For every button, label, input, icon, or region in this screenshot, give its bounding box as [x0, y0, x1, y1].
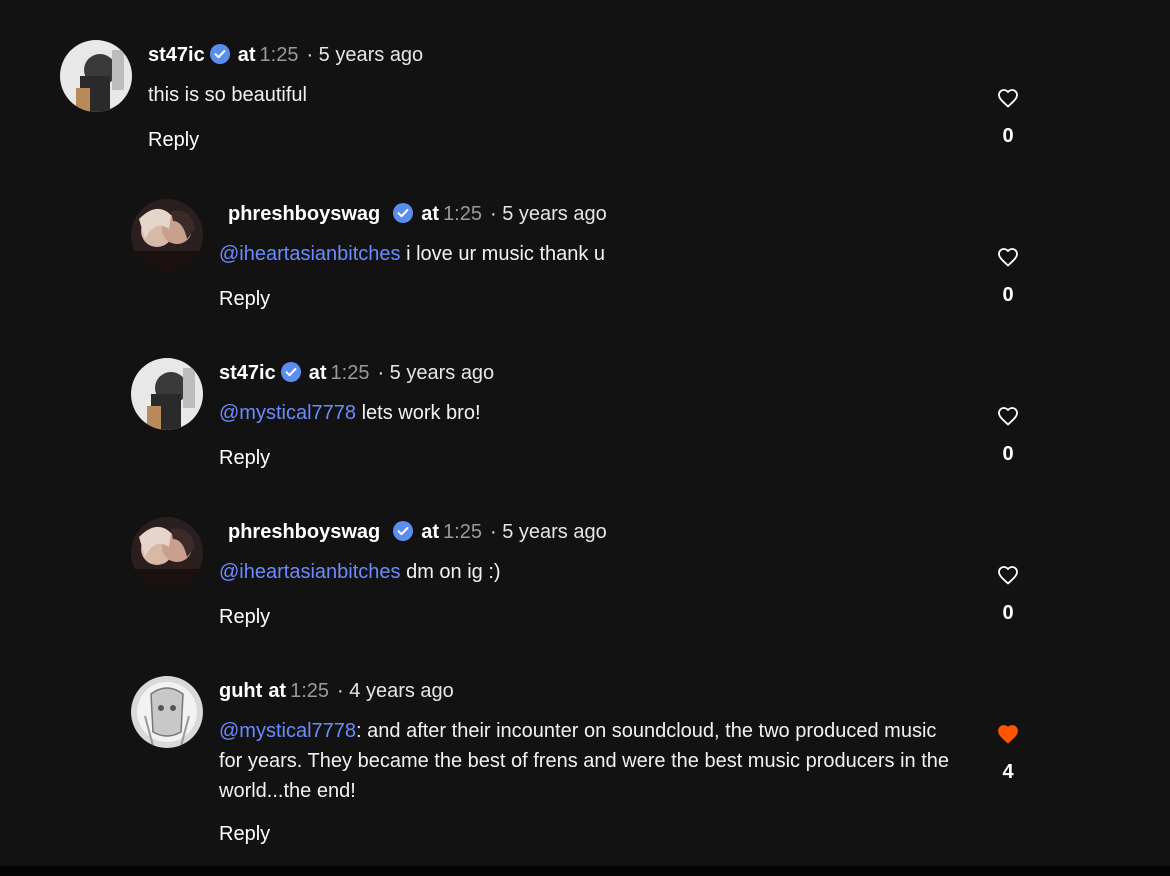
heart-icon: [998, 248, 1018, 267]
comment-text: this is so beautiful: [148, 80, 948, 110]
heart-icon: [998, 566, 1018, 585]
reply-button[interactable]: Reply: [219, 444, 270, 472]
timestamp-link[interactable]: 1:25: [443, 203, 482, 225]
comment-body: lets work bro!: [356, 402, 481, 424]
username-link[interactable]: st47ic: [148, 44, 205, 66]
timestamp-link[interactable]: 1:25: [331, 362, 370, 384]
heart-icon: [998, 89, 1018, 108]
at-label: at: [308, 362, 327, 384]
reply-button[interactable]: Reply: [219, 285, 270, 313]
at-label: at: [421, 521, 440, 543]
username-link[interactable]: phreshboyswag: [228, 203, 380, 225]
avatar[interactable]: [131, 517, 203, 589]
posted-ago: · 4 years ago: [337, 680, 454, 702]
like-button[interactable]: [996, 722, 1020, 746]
mention-link[interactable]: @iheartasianbitches: [219, 243, 401, 265]
bottom-edge: [0, 866, 1170, 876]
verified-check-icon: [393, 203, 414, 223]
username-link[interactable]: st47ic: [219, 362, 276, 384]
posted-ago: · 5 years ago: [490, 521, 607, 543]
comment-meta: guht at 1:25 · 4 years ago: [219, 676, 454, 706]
avatar[interactable]: [60, 40, 132, 112]
comment-body: i love ur music thank u: [400, 243, 606, 265]
comment-text: @mystical7778: and after their incounter…: [219, 716, 959, 806]
comment-meta: phreshboyswag at 1:25 · 5 years ago: [228, 517, 607, 547]
reply-button[interactable]: Reply: [219, 603, 270, 631]
username-link[interactable]: phreshboyswag: [228, 521, 380, 543]
comment-meta: phreshboyswag at 1:25 · 5 years ago: [228, 199, 607, 229]
mention-link[interactable]: @mystical7778: [219, 720, 356, 742]
timestamp-link[interactable]: 1:25: [290, 680, 329, 702]
at-label: at: [268, 680, 287, 702]
comment-text: @iheartasianbitches i love ur music than…: [219, 239, 959, 269]
posted-ago: · 5 years ago: [490, 203, 607, 225]
posted-ago: · 5 years ago: [377, 362, 495, 384]
mention-link[interactable]: @iheartasianbitches: [219, 561, 401, 583]
mention-link[interactable]: @mystical7778: [219, 402, 356, 424]
timestamp-link[interactable]: 1:25: [443, 521, 482, 543]
avatar[interactable]: [131, 199, 203, 271]
like-button[interactable]: [996, 563, 1020, 587]
comment-body: dm on ig :): [400, 561, 501, 583]
verified-check-icon: [209, 44, 230, 64]
comment-meta: st47ic at 1:25 · 5 years ago: [148, 40, 423, 70]
verified-check-icon: [280, 362, 301, 382]
comment-body: this is so beautiful: [148, 84, 307, 106]
avatar[interactable]: [131, 358, 203, 430]
verified-check-icon: [393, 521, 414, 541]
like-count: 0: [1002, 284, 1014, 306]
heart-icon: [998, 407, 1018, 426]
like-count: 0: [1002, 443, 1014, 465]
timestamp-link[interactable]: 1:25: [260, 44, 299, 66]
like-button[interactable]: [996, 404, 1020, 428]
comment-meta: st47ic at 1:25 · 5 years ago: [219, 358, 494, 388]
at-label: at: [237, 44, 256, 66]
reply-button[interactable]: Reply: [219, 820, 270, 848]
username-link[interactable]: guht: [219, 680, 262, 702]
like-count: 0: [1002, 125, 1014, 147]
heart-icon: [998, 725, 1018, 744]
avatar[interactable]: [131, 676, 203, 748]
reply-button[interactable]: Reply: [148, 126, 199, 154]
at-label: at: [421, 203, 440, 225]
like-button[interactable]: [996, 86, 1020, 110]
comment-text: @mystical7778 lets work bro!: [219, 398, 959, 428]
comment-text: @iheartasianbitches dm on ig :): [219, 557, 959, 587]
like-count: 4: [1002, 761, 1014, 783]
posted-ago: · 5 years ago: [306, 44, 424, 66]
like-button[interactable]: [996, 245, 1020, 269]
like-count: 0: [1002, 602, 1014, 624]
